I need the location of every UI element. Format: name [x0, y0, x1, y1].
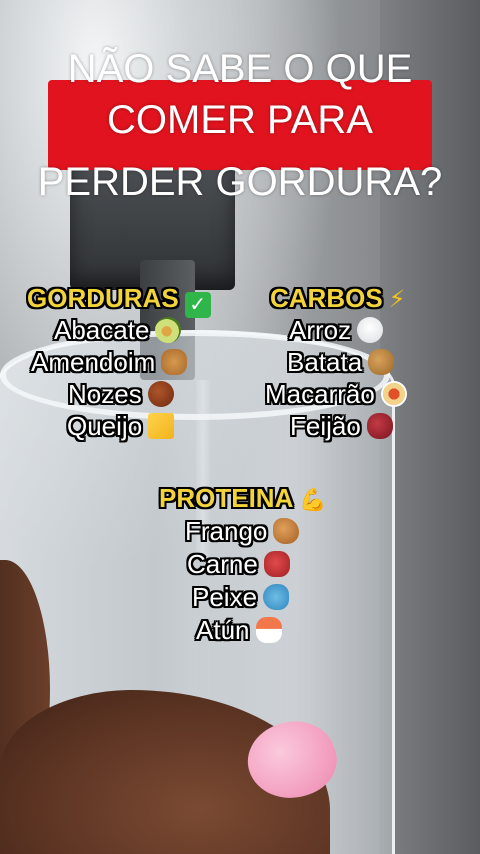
gorduras-item-label: Nozes	[68, 379, 142, 409]
proteina-item-label: Frango	[185, 516, 268, 546]
peanuts-icon	[161, 349, 188, 375]
avocado-icon	[155, 317, 182, 343]
carbos-item-label: Batata	[287, 347, 363, 377]
lightning-icon: ⚡	[388, 286, 406, 313]
gorduras-item-label: Amendoim	[31, 347, 156, 377]
proteina-item: Frango	[185, 516, 300, 546]
carbos-heading: CARBOS ⚡	[270, 283, 406, 315]
carbos-heading-text: CARBOS	[270, 283, 383, 313]
carbos-item-label: Macarrão	[265, 379, 375, 409]
proteina-item-label: Peixe	[192, 582, 258, 612]
cut-of-meat-icon	[263, 551, 290, 577]
beans-icon	[366, 413, 393, 439]
gorduras-item: Amendoim	[31, 347, 188, 377]
proteina-item: Peixe	[192, 582, 290, 612]
gorduras-heading-text: GORDURAS	[27, 283, 179, 313]
cheese-icon	[148, 413, 175, 439]
gorduras-heading: GORDURAS ✓	[27, 283, 211, 318]
proteina-item: Carne	[187, 549, 290, 579]
title-line-2: COMER PARA	[107, 98, 373, 142]
rice-bowl-icon	[357, 317, 384, 343]
gorduras-item: Nozes	[68, 379, 174, 409]
chestnut-icon	[147, 381, 174, 407]
caption-overlay: NÃO SABE O QUE COMER PARA PERDER GORDURA…	[0, 0, 480, 854]
fish-icon	[263, 584, 290, 610]
check-mark-icon: ✓	[184, 292, 211, 318]
carbos-item: Feijão	[290, 411, 393, 441]
potato-icon	[368, 349, 395, 375]
gorduras-item: Queijo	[67, 411, 175, 441]
carbos-item: Arroz	[289, 315, 384, 345]
title-line-3: PERDER GORDURA?	[37, 160, 443, 204]
proteina-item-label: Carne	[187, 549, 258, 579]
gorduras-item-label: Queijo	[67, 411, 143, 441]
spaghetti-icon	[380, 381, 407, 407]
sushi-icon	[255, 617, 282, 643]
carbos-item-label: Arroz	[289, 315, 352, 345]
gorduras-item: Abacate	[54, 315, 182, 345]
gorduras-item-label: Abacate	[54, 315, 150, 345]
carbos-item: Batata	[287, 347, 395, 377]
proteina-item-label: Atún	[196, 615, 250, 645]
poultry-leg-icon	[273, 518, 300, 544]
carbos-item: Macarrão	[265, 379, 407, 409]
proteina-heading-text: PROTEINA	[159, 483, 294, 513]
proteina-heading: PROTEINA 💪	[159, 483, 327, 515]
carbos-item-label: Feijão	[290, 411, 361, 441]
title-line-1: NÃO SABE O QUE	[67, 47, 413, 91]
proteina-item: Atún	[196, 615, 282, 645]
flexed-biceps-icon: 💪	[299, 487, 327, 512]
